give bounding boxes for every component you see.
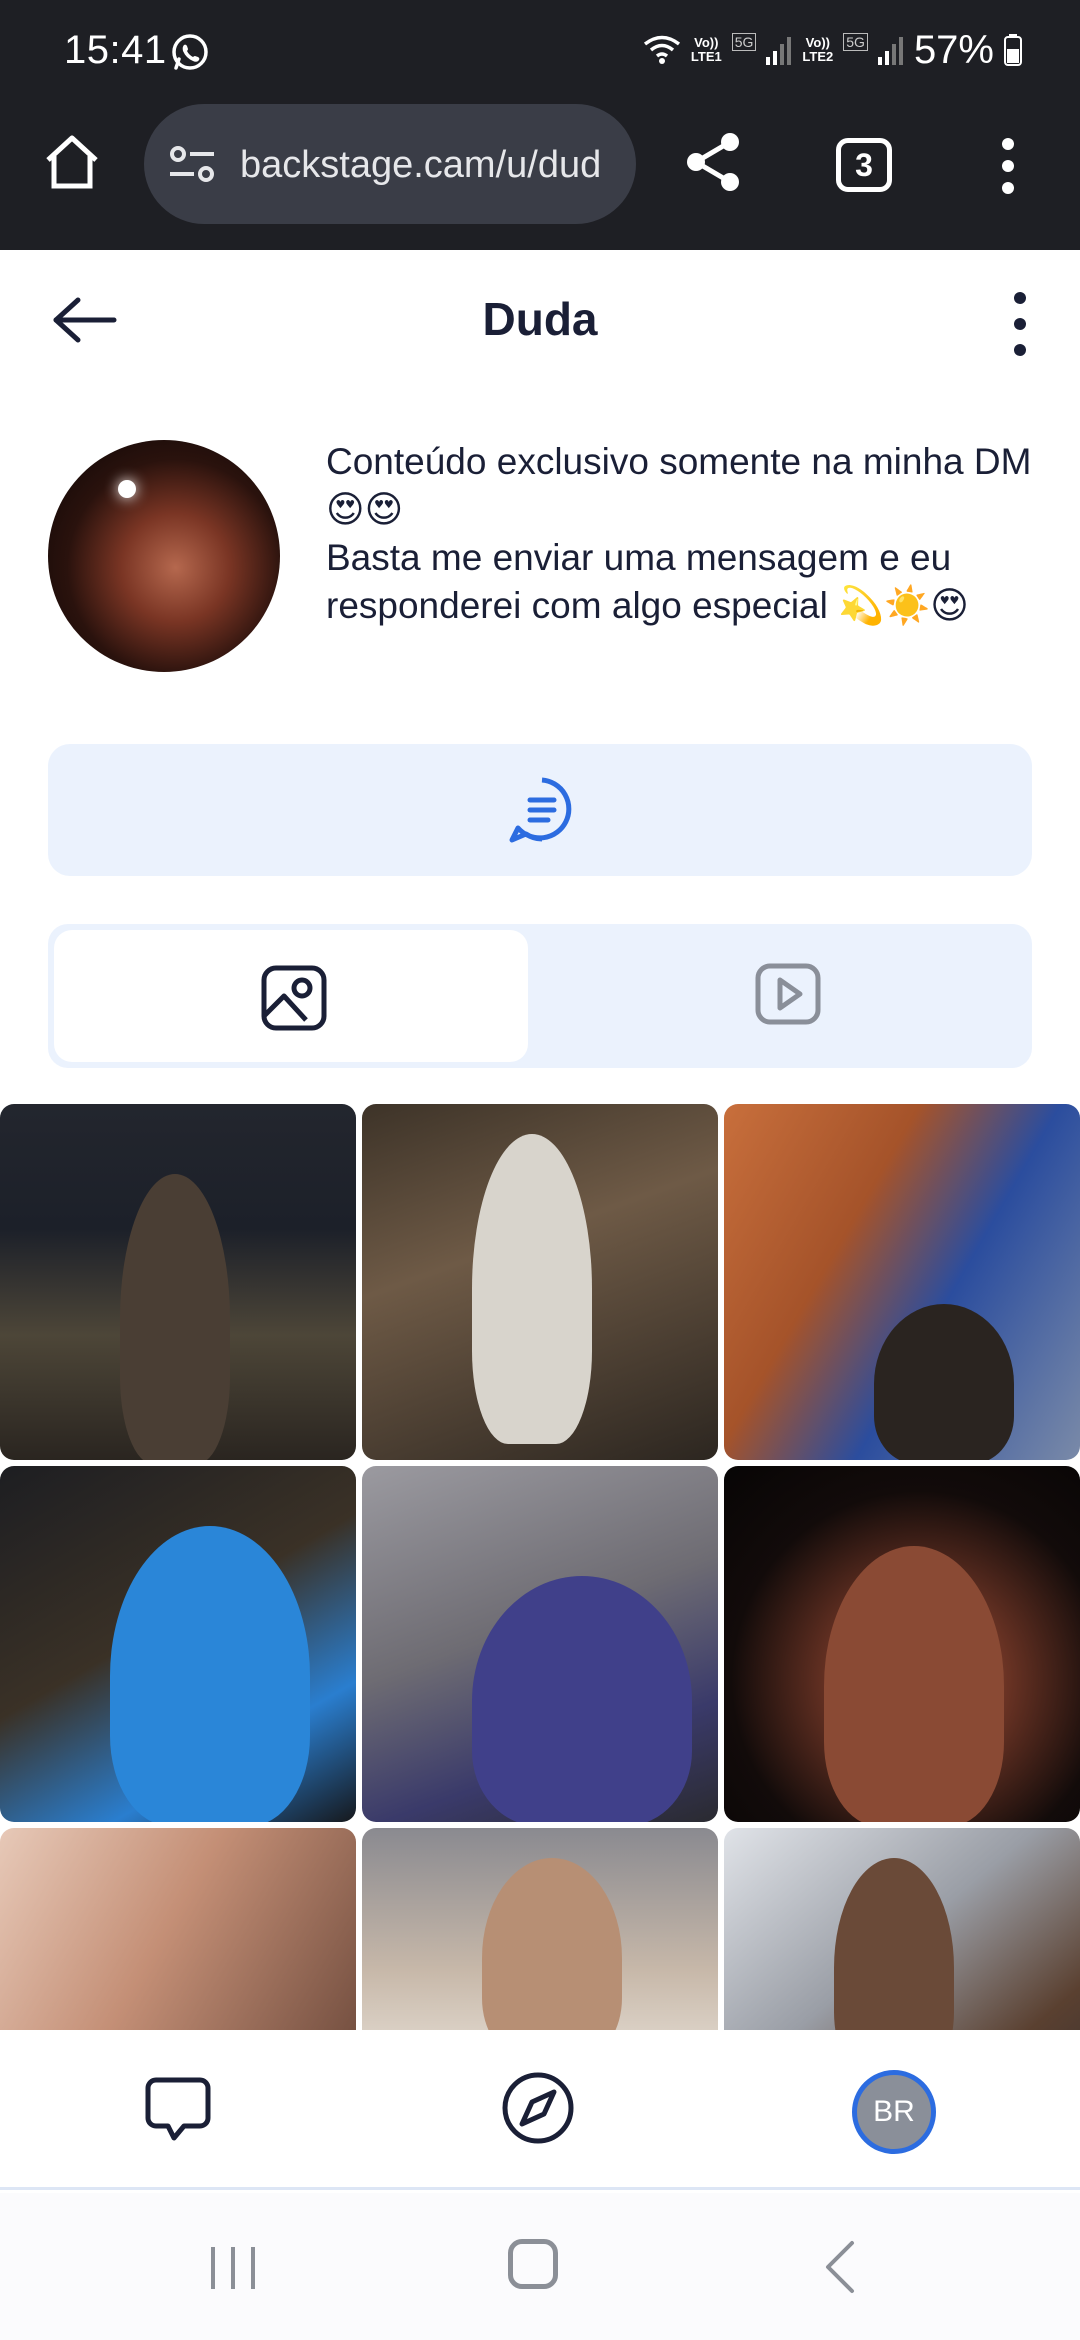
battery-level: 57% <box>913 27 994 72</box>
more-options-button[interactable] <box>1008 290 1032 358</box>
send-message-button[interactable] <box>48 744 1032 876</box>
browser-menu-button[interactable] <box>996 138 1020 194</box>
photo-grid <box>0 1104 1080 2030</box>
photo-thumbnail[interactable] <box>724 1828 1080 2030</box>
sim2-label: LTE2 <box>802 49 834 64</box>
photo-subject <box>472 1134 592 1444</box>
play-icon <box>755 963 821 1025</box>
bio-line-1: Conteúdo exclusivo somente na minha DM 😍… <box>326 441 1032 530</box>
whatsapp-icon <box>172 34 208 70</box>
profile-bio: Conteúdo exclusivo somente na minha DM 😍… <box>326 438 1036 630</box>
network-badge-2: 5G <box>843 33 868 51</box>
sim1-label: LTE1 <box>690 49 722 64</box>
sim2-indicator: Vo)) LTE2 <box>802 36 833 64</box>
page-title: Duda <box>482 293 598 345</box>
url-text[interactable]: backstage.cam/u/dud <box>240 144 620 187</box>
photo-thumbnail[interactable] <box>0 1466 356 1822</box>
photo-thumbnail[interactable] <box>0 1828 356 2030</box>
photo-thumbnail[interactable] <box>362 1466 718 1822</box>
compass-icon[interactable] <box>500 2070 576 2146</box>
app-header: Duda <box>0 250 1080 390</box>
photo-subject <box>110 1526 310 1822</box>
system-navigation-bar <box>0 2193 1080 2340</box>
photo-thumbnail[interactable] <box>724 1104 1080 1460</box>
wifi-icon <box>643 35 680 64</box>
address-bar[interactable]: backstage.cam/u/dud <box>144 104 636 224</box>
sim1-indicator: Vo)) LTE1 <box>691 36 722 64</box>
photo-subject <box>824 1546 1004 1822</box>
photo-subject <box>482 1858 622 2030</box>
status-time: 15:41 <box>64 28 167 72</box>
photo-thumbnail[interactable] <box>362 1828 718 2030</box>
status-bar: 15:41 Vo)) LTE1 5G Vo)) LTE2 5G 57% <box>0 0 1080 100</box>
image-icon <box>261 965 327 1031</box>
profile-avatar-button[interactable]: BR <box>852 2070 936 2154</box>
tab-photos[interactable] <box>54 930 528 1062</box>
photo-subject <box>834 1858 954 2030</box>
share-button[interactable] <box>684 130 744 194</box>
avatar-photo-detail <box>118 480 136 498</box>
recents-button[interactable] <box>208 2243 258 2293</box>
photo-thumbnail[interactable] <box>362 1104 718 1460</box>
network-badge-1: 5G <box>731 33 757 51</box>
photo-thumbnail[interactable] <box>0 1104 356 1460</box>
browser-toolbar: backstage.cam/u/dud 3 <box>0 100 1080 230</box>
volte-label-2: Vo)) <box>805 35 830 50</box>
photo-subject <box>874 1304 1014 1460</box>
volte-label: Vo)) <box>694 35 719 50</box>
signal-icon-2 <box>877 37 903 65</box>
home-button[interactable] <box>40 130 104 194</box>
photo-subject <box>472 1576 692 1822</box>
content-tabs <box>48 924 1032 1068</box>
chat-icon[interactable] <box>142 2074 214 2146</box>
system-home-button[interactable] <box>508 2239 558 2289</box>
site-settings-icon[interactable] <box>168 144 216 184</box>
status-icons: Vo)) LTE1 5G Vo)) LTE2 5G 57% <box>643 26 1022 74</box>
photo-subject <box>120 1174 230 1460</box>
browser-chrome: 15:41 Vo)) LTE1 5G Vo)) LTE2 5G 57% back… <box>0 0 1080 250</box>
battery-icon <box>1004 34 1022 66</box>
profile-avatar <box>48 440 280 672</box>
system-back-button[interactable] <box>822 2239 858 2295</box>
message-icon <box>509 777 572 843</box>
photo-thumbnail[interactable] <box>724 1466 1080 1822</box>
tab-switcher-button[interactable]: 3 <box>836 138 892 192</box>
signal-icon-1 <box>766 37 792 65</box>
bottom-navigation: BR <box>0 2030 1080 2190</box>
bio-line-2: Basta me enviar uma mensagem e eu respon… <box>326 537 969 626</box>
